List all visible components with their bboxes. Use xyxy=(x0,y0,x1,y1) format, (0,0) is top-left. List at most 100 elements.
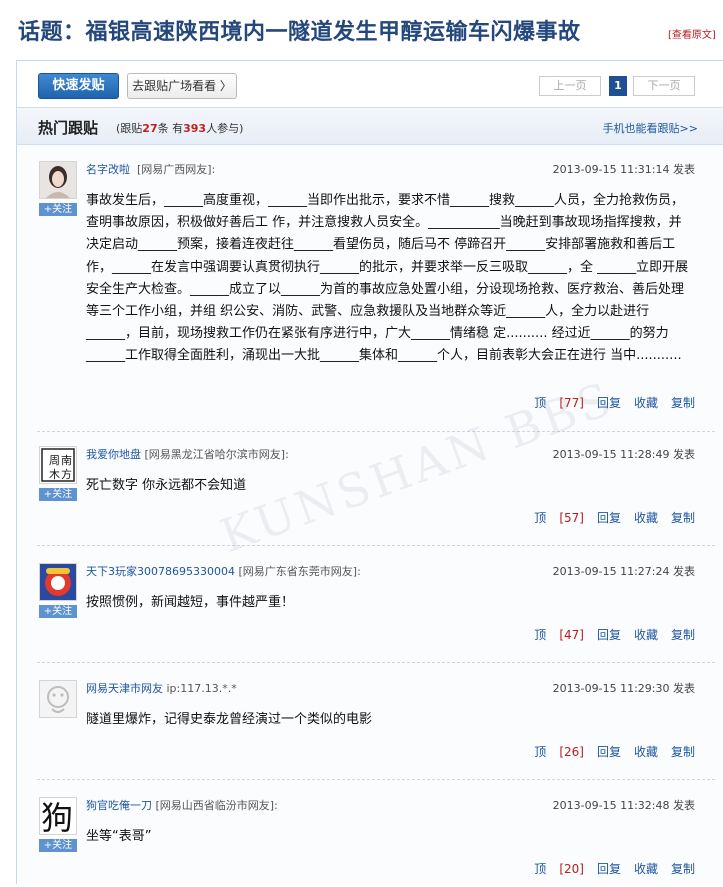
user-line: 网易天津市网友 ip:117.13.*.* xyxy=(86,680,237,696)
username[interactable]: 天下3玩家30078695330004 xyxy=(86,565,235,578)
reply-button[interactable]: 回复 xyxy=(597,628,621,642)
upvote-count: [57] xyxy=(559,511,584,525)
quick-post-button[interactable]: 快速发贴 xyxy=(38,73,119,99)
stats-suffix: 人参与) xyxy=(206,122,244,135)
copy-button[interactable]: 复制 xyxy=(671,396,695,410)
avatar[interactable] xyxy=(39,563,77,601)
collect-button[interactable]: 收藏 xyxy=(634,511,658,525)
prev-page-button[interactable]: 上一页 xyxy=(539,76,601,96)
next-page-button[interactable]: 下一页 xyxy=(633,76,695,96)
copy-button[interactable]: 复制 xyxy=(671,745,695,759)
timestamp: 2013-09-15 11:27:24 xyxy=(552,565,670,578)
publish-label: 发表 xyxy=(673,163,695,176)
collect-button[interactable]: 收藏 xyxy=(634,745,658,759)
publish-label: 发表 xyxy=(673,799,695,812)
comment-stats: (跟贴27条 有393人参与) xyxy=(116,120,243,136)
user-photo-icon xyxy=(40,162,76,198)
game-avatar-icon xyxy=(40,564,76,600)
copy-button[interactable]: 复制 xyxy=(671,511,695,525)
username[interactable]: 我爱你地盘 xyxy=(86,448,141,461)
collect-button[interactable]: 收藏 xyxy=(634,862,658,876)
upvote-count: [26] xyxy=(559,745,584,759)
timestamp: 2013-09-15 11:28:49 xyxy=(552,448,670,461)
upvote-count: [20] xyxy=(559,862,584,876)
collect-button[interactable]: 收藏 xyxy=(634,396,658,410)
calligraphy-avatar-icon: 周 南 木 方 xyxy=(40,447,76,483)
divider xyxy=(37,431,715,432)
follow-button[interactable]: +关注 xyxy=(39,839,77,852)
upvote-button[interactable]: 顶 [57] xyxy=(521,511,584,525)
hot-comments-header: 热门跟贴 (跟贴27条 有393人参与) 手机也能看跟贴>> xyxy=(17,107,723,145)
follow-button[interactable]: +关注 xyxy=(39,203,77,216)
people-count: 393 xyxy=(183,122,207,135)
user-ip: ip:117.13.*.* xyxy=(166,682,237,695)
reply-button[interactable]: 回复 xyxy=(597,511,621,525)
reply-button[interactable]: 回复 xyxy=(597,862,621,876)
user-line: 名字改啦 [网易广西网友]: xyxy=(86,161,215,177)
copy-button[interactable]: 复制 xyxy=(671,862,695,876)
user-line: 天下3玩家30078695330004 [网易广东省东莞市网友]: xyxy=(86,563,361,579)
user-location: [网易黑龙江省哈尔滨市网友]: xyxy=(144,448,289,461)
upvote-button[interactable]: 顶 [26] xyxy=(521,745,584,759)
timestamp: 2013-09-15 11:29:30 xyxy=(552,682,670,695)
comment-actions: 顶 [20] 回复 收藏 复制 xyxy=(508,860,695,877)
user-line: 狗官吃俺一刀 [网易山西省临汾市网友]: xyxy=(86,797,278,813)
username[interactable]: 名字改啦 xyxy=(86,163,130,176)
stats-mid: 条 有 xyxy=(157,122,184,135)
default-avatar-icon xyxy=(40,681,76,717)
avatar[interactable]: 周 南 木 方 xyxy=(39,446,77,484)
user-location: [网易广东省东莞市网友]: xyxy=(238,565,361,578)
comment-body: 事故发生后，______高度重视，______当即作出批示，要求不惜______… xyxy=(86,193,689,364)
svg-text:南: 南 xyxy=(61,454,72,467)
user-line: 我爱你地盘 [网易黑龙江省哈尔滨市网友]: xyxy=(86,446,289,462)
svg-text:狗: 狗 xyxy=(41,799,73,834)
svg-text:木: 木 xyxy=(49,468,60,481)
upvote-label: 顶 xyxy=(534,745,547,759)
post-time: 2013-09-15 11:31:14 发表 xyxy=(553,161,695,177)
comment-actions: 顶 [47] 回复 收藏 复制 xyxy=(508,626,695,643)
comment-item: 狗 +关注 狗官吃俺一刀 [网易山西省临汾市网友]: 2013-09-15 11… xyxy=(37,797,715,887)
publish-label: 发表 xyxy=(673,682,695,695)
upvote-count: [47] xyxy=(559,628,584,642)
user-location: [网易山西省临汾市网友]: xyxy=(155,799,278,812)
view-original-link[interactable]: [查看原文] xyxy=(668,26,716,41)
current-page-number: 1 xyxy=(609,76,627,96)
username[interactable]: 狗官吃俺一刀 xyxy=(86,799,152,812)
mobile-comments-link[interactable]: 手机也能看跟贴>> xyxy=(603,120,698,136)
reply-button[interactable]: 回复 xyxy=(597,745,621,759)
user-location: [网易广西网友]: xyxy=(137,163,216,176)
comment-item: +关注 天下3玩家30078695330004 [网易广东省东莞市网友]: 20… xyxy=(37,563,715,663)
post-time: 2013-09-15 11:29:30 发表 xyxy=(553,680,695,696)
post-time: 2013-09-15 11:28:49 发表 xyxy=(553,446,695,462)
dog-character-avatar-icon: 狗 xyxy=(40,798,76,834)
toolbar: 快速发贴 去跟贴广场看看 〉 上一页 1 下一页 xyxy=(17,61,723,107)
follow-button[interactable]: +关注 xyxy=(39,488,77,501)
upvote-label: 顶 xyxy=(534,628,547,642)
stats-prefix: (跟贴 xyxy=(116,122,143,135)
avatar[interactable] xyxy=(39,161,77,199)
comment-item: 网易天津市网友 ip:117.13.*.* 2013-09-15 11:29:3… xyxy=(37,680,715,780)
hot-comments-title: 热门跟贴 xyxy=(38,119,99,137)
divider xyxy=(37,662,715,663)
reply-count: 27 xyxy=(142,122,158,135)
comment-plaza-button[interactable]: 去跟贴广场看看 〉 xyxy=(127,73,237,99)
post-time: 2013-09-15 11:32:48 发表 xyxy=(553,797,695,813)
post-time: 2013-09-15 11:27:24 发表 xyxy=(553,563,695,579)
comment-body: 坐等“表哥” xyxy=(86,829,152,844)
comment-actions: 顶 [57] 回复 收藏 复制 xyxy=(508,509,695,526)
upvote-label: 顶 xyxy=(534,862,547,876)
comment-body: 按照惯例，新闻越短，事件越严重！ xyxy=(86,595,295,610)
divider xyxy=(37,545,715,546)
collect-button[interactable]: 收藏 xyxy=(634,628,658,642)
topic-title: 话题：福银高速陕西境内一隧道发生甲醇运输车闪爆事故 xyxy=(18,19,581,45)
avatar[interactable] xyxy=(39,680,77,718)
comment-item: +关注 名字改啦 [网易广西网友]: 2013-09-15 11:31:14 发… xyxy=(37,161,715,432)
upvote-button[interactable]: 顶 [20] xyxy=(521,862,584,876)
copy-button[interactable]: 复制 xyxy=(671,628,695,642)
upvote-label: 顶 xyxy=(534,511,547,525)
timestamp: 2013-09-15 11:31:14 xyxy=(552,163,670,176)
follow-button[interactable]: +关注 xyxy=(39,605,77,618)
avatar[interactable]: 狗 xyxy=(39,797,77,835)
username[interactable]: 网易天津市网友 xyxy=(86,682,163,695)
upvote-button[interactable]: 顶 [47] xyxy=(521,628,584,642)
